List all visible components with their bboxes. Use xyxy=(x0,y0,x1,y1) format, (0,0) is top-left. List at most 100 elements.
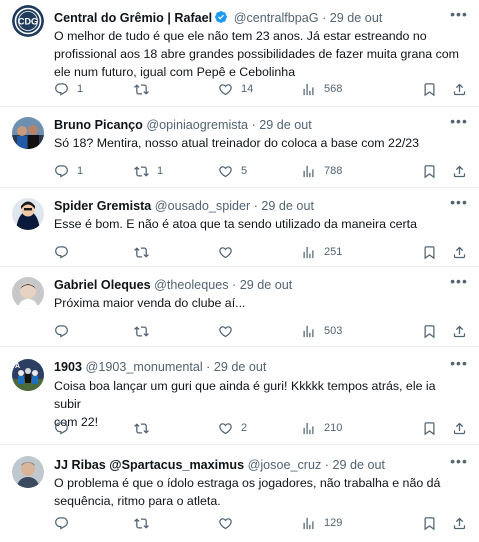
author-handle[interactable]: @theoleques xyxy=(154,278,228,292)
like-button[interactable]: 2 xyxy=(218,418,247,438)
tweet[interactable]: JJ Ribas @Spartacus_maximus @josoe_cruz … xyxy=(0,445,479,542)
bookmark-button[interactable] xyxy=(422,242,437,262)
reply-icon xyxy=(55,421,68,435)
share-icon xyxy=(453,83,466,95)
tweet-date[interactable]: 29 de out xyxy=(214,360,267,374)
like-button[interactable] xyxy=(218,513,241,533)
like-button[interactable] xyxy=(218,242,241,262)
more-icon[interactable]: ••• xyxy=(449,195,469,215)
tweet-date[interactable]: 29 de out xyxy=(332,458,385,472)
bookmark-button[interactable] xyxy=(422,79,437,99)
share-button[interactable] xyxy=(452,321,467,341)
share-button[interactable] xyxy=(452,513,467,533)
retweet-button[interactable] xyxy=(134,79,157,99)
tweet-date[interactable]: 29 de out xyxy=(259,118,312,132)
retweet-button[interactable]: 1 xyxy=(134,161,163,181)
avatar[interactable]: CDG xyxy=(12,5,44,37)
bookmark-button[interactable] xyxy=(422,513,437,533)
author-handle[interactable]: @josoe_cruz xyxy=(248,458,322,472)
views-count: 503 xyxy=(324,325,343,337)
like-button[interactable] xyxy=(218,321,241,341)
author-handle[interactable]: @1903_monumental xyxy=(86,360,203,374)
tweet[interactable]: Gabriel Oleques @theoleques · 29 de out … xyxy=(0,267,479,347)
reply-button[interactable] xyxy=(54,513,77,533)
share-icon xyxy=(453,165,466,177)
avatar[interactable] xyxy=(12,117,44,149)
like-button[interactable]: 14 xyxy=(218,79,253,99)
author-name[interactable]: Central do Grêmio | Rafael xyxy=(54,11,212,25)
retweet-icon xyxy=(134,83,149,95)
views-icon xyxy=(303,325,314,337)
reply-button[interactable] xyxy=(54,418,77,438)
action-bar: 503 xyxy=(54,321,469,341)
author-handle[interactable]: @opiniaogremista xyxy=(146,118,248,132)
author-name[interactable]: Spider Gremista xyxy=(54,199,151,213)
reply-icon xyxy=(55,324,68,338)
share-button[interactable] xyxy=(452,242,467,262)
reply-icon xyxy=(55,82,68,96)
avatar[interactable] xyxy=(12,456,44,488)
reply-button[interactable] xyxy=(54,242,77,262)
tweet[interactable]: Bruno Picanço @opiniaogremista · 29 de o… xyxy=(0,107,479,188)
retweet-button[interactable] xyxy=(134,418,157,438)
views-button[interactable]: 129 xyxy=(301,513,342,533)
avatar[interactable] xyxy=(12,198,44,230)
views-button[interactable]: 788 xyxy=(301,161,342,181)
author-handle[interactable]: @centralfbpaG xyxy=(234,11,319,25)
like-count: 14 xyxy=(241,83,254,95)
tweet-text-line: O melhor de tudo é que ele não tem 23 an… xyxy=(54,29,427,43)
bookmark-button[interactable] xyxy=(422,161,437,181)
reply-button[interactable]: 1 xyxy=(54,161,83,181)
tweet[interactable]: Spider Gremista @ousado_spider · 29 de o… xyxy=(0,188,479,267)
reply-count: 1 xyxy=(77,165,84,177)
tweet-date[interactable]: 29 de out xyxy=(330,11,383,25)
tweet-text: Só 18? Mentira, nosso atual treinador do… xyxy=(54,134,461,152)
more-icon[interactable]: ••• xyxy=(449,7,469,27)
like-count: 5 xyxy=(241,165,248,177)
tweet-date[interactable]: 29 de out xyxy=(261,199,314,213)
retweet-icon xyxy=(134,422,149,434)
more-icon[interactable]: ••• xyxy=(449,454,469,474)
views-icon xyxy=(303,246,314,258)
reply-button[interactable] xyxy=(54,321,77,341)
bookmark-button[interactable] xyxy=(422,321,437,341)
avatar[interactable] xyxy=(12,277,44,309)
bookmark-button[interactable] xyxy=(422,418,437,438)
like-button[interactable]: 5 xyxy=(218,161,247,181)
reply-feed: CDG Central do Grêmio | Rafael @centralf… xyxy=(0,0,479,542)
retweet-button[interactable] xyxy=(134,513,157,533)
author-name[interactable]: JJ Ribas @Spartacus_maximus xyxy=(54,458,244,472)
tweet[interactable]: A 1903 @1903_monumental · 29 de out ••• … xyxy=(0,347,479,445)
author-name[interactable]: Gabriel Oleques xyxy=(54,278,151,292)
views-count: 210 xyxy=(324,422,343,434)
views-icon xyxy=(303,517,314,529)
share-button[interactable] xyxy=(452,418,467,438)
author-name[interactable]: Bruno Picanço xyxy=(54,118,143,132)
more-icon[interactable]: ••• xyxy=(449,356,469,376)
views-count: 788 xyxy=(324,165,343,177)
avatar[interactable]: A xyxy=(12,359,44,391)
action-bar: 2 210 xyxy=(54,418,469,438)
more-icon[interactable]: ••• xyxy=(449,114,469,134)
reply-button[interactable]: 1 xyxy=(54,79,83,99)
tweet-header: Bruno Picanço @opiniaogremista · 29 de o… xyxy=(54,116,443,134)
retweet-button[interactable] xyxy=(134,242,157,262)
tweet-header: JJ Ribas @Spartacus_maximus @josoe_cruz … xyxy=(54,456,443,474)
share-icon xyxy=(453,325,466,337)
retweet-button[interactable] xyxy=(134,321,157,341)
views-button[interactable]: 251 xyxy=(301,242,342,262)
author-name[interactable]: 1903 xyxy=(54,360,82,374)
tweet-header: 1903 @1903_monumental · 29 de out xyxy=(54,358,443,376)
separator: · xyxy=(322,11,327,25)
views-button[interactable]: 210 xyxy=(301,418,342,438)
views-button[interactable]: 568 xyxy=(301,79,342,99)
tweet-date[interactable]: 29 de out xyxy=(240,278,293,292)
share-button[interactable] xyxy=(452,79,467,99)
more-icon[interactable]: ••• xyxy=(449,274,469,294)
author-handle[interactable]: @ousado_spider xyxy=(155,199,250,213)
views-button[interactable]: 503 xyxy=(301,321,342,341)
tweet[interactable]: CDG Central do Grêmio | Rafael @centralf… xyxy=(0,0,479,107)
action-bar: 1 1 5 788 xyxy=(54,161,469,181)
share-button[interactable] xyxy=(452,161,467,181)
tweet-text: O problema é que o ídolo estraga os joga… xyxy=(54,474,461,510)
